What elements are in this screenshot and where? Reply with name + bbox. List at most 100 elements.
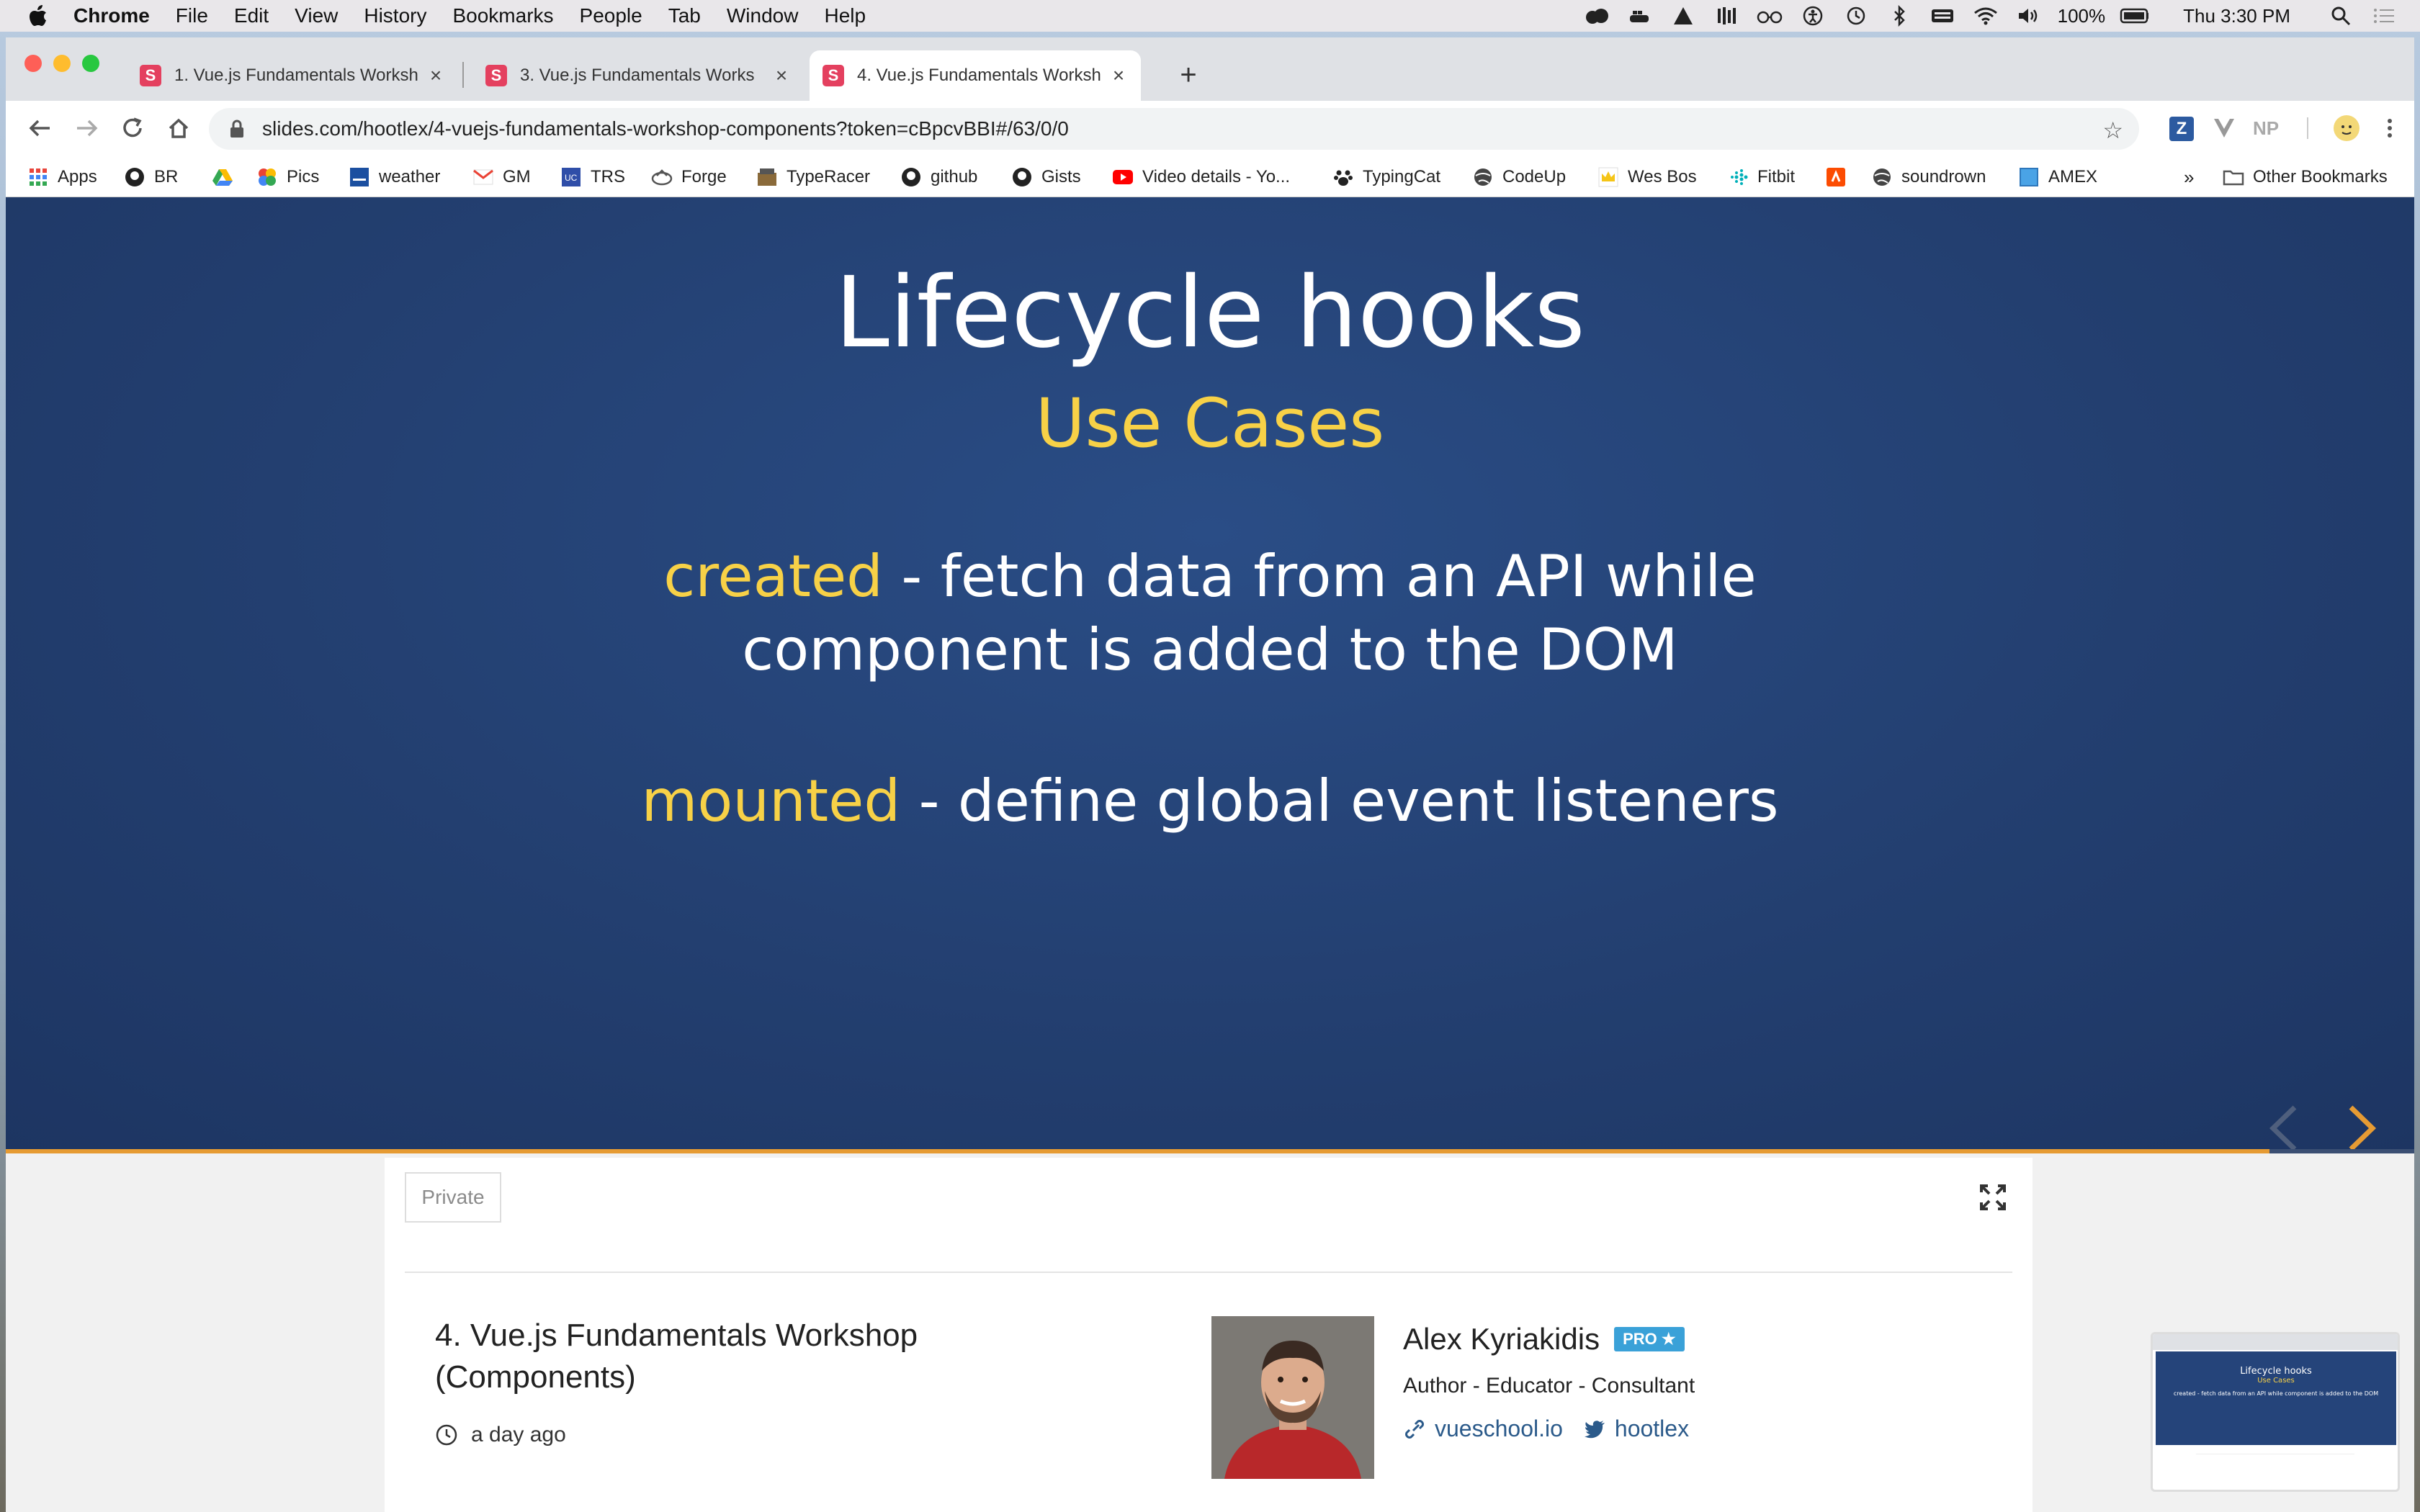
tab-close-icon[interactable]: × [426,64,445,86]
profile-avatar-icon[interactable] [2332,114,2361,143]
glasses-icon[interactable] [1755,5,1784,27]
bookmark-gmail[interactable]: GM [472,166,531,189]
bookmark-typingcat[interactable]: TypingCat [1332,166,1440,189]
bookmark-weather[interactable]: weather [349,166,440,189]
slides-favicon-icon: S [140,65,161,86]
fullscreen-expand-icon[interactable] [1979,1184,2007,1211]
bookmark-soundrown[interactable]: soundrown [1871,166,1986,189]
wifi-icon[interactable] [1971,5,2000,27]
deck-timestamp: a day ago [435,1423,566,1447]
menu-history[interactable]: History [364,4,426,27]
battery-icon[interactable] [2120,5,2149,27]
menu-people[interactable]: People [580,4,642,27]
menu-app-name[interactable]: Chrome [73,4,150,27]
minimize-window-button[interactable] [53,55,71,72]
bookmark-trs[interactable]: UC TRS [560,166,625,189]
menu-view[interactable]: View [295,4,338,27]
screenshot-thumbnail[interactable]: Lifecycle hooks Use Cases created - fetc… [2151,1332,2400,1492]
slide-subtitle: Use Cases [1035,384,1385,463]
bookmark-label: Apps [58,167,97,186]
created-text: - fetch data from an API while [882,543,1757,610]
slides-favicon-icon: S [485,65,507,86]
bookmark-star-icon[interactable]: ☆ [2102,117,2123,144]
menubar-clock[interactable]: Thu 3:30 PM [2183,5,2290,27]
mounted-text: - define global event listeners [900,768,1779,834]
istat-icon[interactable] [1712,5,1741,27]
bookmark-fitbit[interactable]: Fitbit [1727,166,1795,189]
bookmark-other-folder[interactable]: Other Bookmarks [2223,166,2388,189]
zotero-extension-icon[interactable]: Z [2169,117,2194,141]
tab-1[interactable]: S 1. Vue.js Fundamentals Worksh × [127,50,458,101]
thumbnail-title: Lifecycle hooks [2240,1366,2312,1377]
bookmark-label: Pics [287,167,320,186]
menu-tab[interactable]: Tab [668,4,701,27]
presentation-slide[interactable]: Lifecycle hooks Use Cases created - fetc… [6,197,2414,1175]
paw-icon [1332,166,1354,188]
reload-icon[interactable] [118,114,147,143]
next-slide-arrow-icon[interactable] [2344,1103,2380,1153]
bookmarks-bar: Apps BR Pics weather GM UC TRS Forge Typ… [6,157,2414,197]
author-website-link[interactable]: vueschool.io [1403,1416,1563,1442]
github-icon [124,166,145,188]
zoom-window-button[interactable] [82,55,99,72]
accessibility-icon[interactable] [1798,5,1827,27]
bookmark-pics[interactable]: Pics [256,166,319,189]
tab-close-icon[interactable]: × [1109,64,1128,86]
bookmark-strava[interactable] [1825,166,1855,189]
bookmark-github[interactable]: github [900,166,977,189]
menu-window[interactable]: Window [727,4,799,27]
deck-time-text: a day ago [471,1423,566,1446]
creative-cloud-icon[interactable] [1582,5,1611,27]
close-window-button[interactable] [24,55,42,72]
bookmark-typeracer[interactable]: TypeRacer [756,166,870,189]
menu-edit[interactable]: Edit [234,4,269,27]
apple-menu-icon[interactable] [27,4,49,28]
bluetooth-icon[interactable] [1885,5,1914,27]
tab-3-active[interactable]: S 4. Vue.js Fundamentals Worksh × [810,50,1141,101]
google-drive-icon [212,166,233,188]
volume-icon[interactable] [2015,5,2043,27]
address-bar[interactable]: slides.com/hootlex/4-vuejs-fundamentals-… [209,108,2139,150]
keyboard-icon[interactable] [1928,5,1957,27]
bookmark-gists[interactable]: Gists [1011,166,1081,189]
twitter-icon [1584,1420,1605,1438]
menu-help[interactable]: Help [824,4,866,27]
forward-arrow-icon[interactable] [72,114,101,143]
menu-file[interactable]: File [176,4,208,27]
menu-bookmarks[interactable]: Bookmarks [452,4,553,27]
back-arrow-icon[interactable] [26,114,55,143]
vue-devtools-extension-icon[interactable] [2210,114,2238,143]
author-name[interactable]: Alex Kyriakidis [1403,1322,1600,1356]
notification-center-icon[interactable] [2370,5,2398,27]
bookmarks-overflow-button[interactable]: » [2184,166,2194,189]
bookmark-forge[interactable]: Forge [651,166,727,189]
bookmark-drive[interactable] [212,166,242,189]
bookmark-label: Other Bookmarks [2253,167,2388,186]
home-icon[interactable] [164,114,193,143]
bookmark-apps[interactable]: Apps [27,166,97,189]
time-machine-icon[interactable] [1842,5,1870,27]
visibility-badge[interactable]: Private [405,1172,501,1223]
bookmark-label: Video details - Yo... [1142,167,1291,186]
np-extension-icon[interactable]: NP [2251,114,2280,143]
window-controls [24,55,99,72]
bookmark-youtube[interactable]: Video details - Yo... [1112,166,1290,189]
bookmark-codeup[interactable]: CodeUp [1472,166,1566,189]
spotlight-icon[interactable] [2326,5,2355,27]
mounted-keyword: mounted [641,768,901,834]
bookmark-wesbos[interactable]: Wes Bos [1597,166,1697,189]
tab-close-icon[interactable]: × [772,64,791,86]
tab-2[interactable]: S 3. Vue.js Fundamentals Works × [472,50,804,101]
bookmark-br[interactable]: BR [124,166,178,189]
bookmark-amex[interactable]: AMEX [2018,166,2097,189]
author-twitter-link[interactable]: hootlex [1583,1416,1689,1442]
author-avatar[interactable] [1211,1316,1374,1479]
previous-slide-arrow-icon[interactable] [2266,1103,2302,1153]
tab-strip: S 1. Vue.js Fundamentals Worksh × S 3. V… [6,37,2414,101]
globe-icon [1472,166,1494,188]
docker-icon[interactable] [1626,5,1654,27]
chrome-menu-icon[interactable] [2375,114,2404,143]
new-tab-icon[interactable]: + [1173,59,1204,91]
browser-toolbar: slides.com/hootlex/4-vuejs-fundamentals-… [6,101,2414,157]
vector-icon[interactable] [1669,5,1698,27]
